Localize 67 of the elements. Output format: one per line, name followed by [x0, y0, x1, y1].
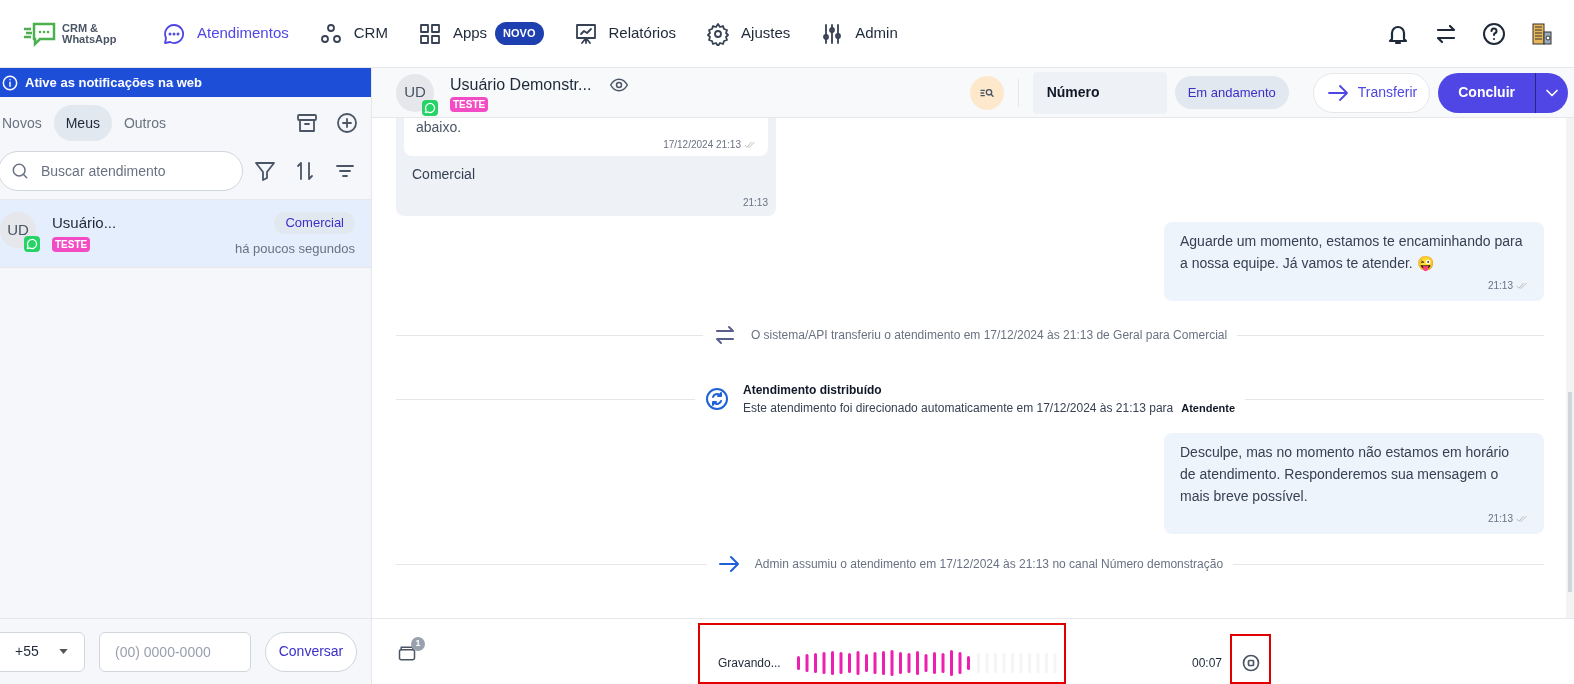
- message-time: 17/12/2024 21:13: [663, 138, 741, 152]
- message-time: 21:13: [1487, 279, 1513, 293]
- double-check-icon: [1516, 281, 1528, 290]
- status-badge: Em andamento: [1174, 75, 1289, 110]
- search-list-icon[interactable]: [969, 75, 1004, 110]
- three-circles-icon: [318, 21, 343, 46]
- archive-icon[interactable]: [295, 111, 319, 135]
- agent-name: Atendente: [1181, 400, 1236, 416]
- queue-badge: Comercial: [274, 212, 355, 234]
- help-icon[interactable]: [1482, 21, 1506, 46]
- contact-name: Usuário Demonstr...: [450, 75, 592, 95]
- event-text: Este atendimento foi direcionado automaticamente em 17/12/2024 às 21:13 para: [742, 400, 1174, 417]
- message-text: Aguarde um momento, estamos te encaminhando para a nossa equipe. Já vamos te atender. 😜: [1180, 232, 1524, 273]
- search-icon: [10, 161, 30, 181]
- conclude-button[interactable]: Concluir: [1438, 72, 1568, 113]
- country-code-select[interactable]: +55: [0, 631, 85, 672]
- stop-recording-icon[interactable]: [1240, 653, 1261, 673]
- event-text: O sistema/API transferiu o atendimento em 17/12/2024 às 21:13 de Geral para Comercial: [750, 327, 1228, 344]
- info-icon: [2, 74, 18, 91]
- nav-item[interactable]: Atendimentos: [162, 21, 289, 46]
- nav-item[interactable]: Relatórios: [573, 21, 677, 46]
- banner-text: Ative as notificações na web: [25, 73, 202, 92]
- presentation-chart-icon: [573, 21, 598, 46]
- eye-icon[interactable]: [609, 75, 630, 95]
- message-time: 21:13: [1487, 512, 1513, 526]
- caret-icon: [59, 649, 68, 654]
- settings-icon: [706, 21, 731, 46]
- conversation-tab[interactable]: Meus: [53, 105, 112, 141]
- sync-circle-icon: [704, 387, 729, 411]
- phone-field[interactable]: (00) 0000-0000: [99, 631, 251, 672]
- contact-name: Usuário...: [52, 213, 117, 233]
- time-ago: há poucos segundos: [235, 239, 355, 258]
- message-text: Desculpe, mas no momento não estamos em horário de atendimento. Responderemos sua mensagem o mais breve possível.: [1180, 443, 1511, 506]
- filter-icon[interactable]: [253, 159, 277, 183]
- conversation-tab[interactable]: Novos: [0, 105, 44, 141]
- whatsapp-icon: [24, 236, 40, 252]
- notification-banner[interactable]: Ative as notificações na web: [0, 68, 371, 97]
- nav-item[interactable]: Ajustes: [706, 21, 791, 46]
- inbox-stack-icon[interactable]: [397, 643, 417, 663]
- message-time: 21:13: [741, 196, 768, 210]
- tag: TESTE: [450, 97, 489, 112]
- nav-item[interactable]: Admin: [820, 21, 898, 46]
- search-field[interactable]: Buscar atendimento: [0, 151, 243, 191]
- event-title: Atendimento distribuído: [742, 382, 883, 399]
- double-check-icon: [744, 140, 756, 149]
- nav-item[interactable]: CRM: [318, 21, 388, 46]
- tag: TESTE: [52, 236, 91, 252]
- chat-bubble-icon: [162, 21, 186, 46]
- start-chat-button[interactable]: Conversar: [265, 631, 357, 672]
- recording-label: Gravando...: [718, 654, 781, 672]
- transfer-button[interactable]: Transferir: [1312, 72, 1431, 113]
- conversation-tab[interactable]: Outros: [111, 105, 178, 141]
- event-text: Admin assumiu o atendimento em 17/12/2024 às 21:13 no canal Número demonstração: [754, 556, 1224, 573]
- nav-item[interactable]: Apps: [417, 21, 488, 46]
- double-check-icon: [1516, 514, 1528, 523]
- number-field[interactable]: Número: [1032, 71, 1167, 114]
- new-badge: NOVO: [495, 22, 544, 45]
- count-badge: 1: [411, 637, 425, 651]
- conversation-item[interactable]: UD Usuário... TESTE Comercial há poucos segundos: [0, 200, 371, 268]
- logo-icon: [22, 20, 58, 47]
- logo-text: CRM & WhatsApp: [62, 22, 118, 45]
- message-text: Comercial: [411, 165, 476, 184]
- building-icon[interactable]: [1530, 21, 1554, 46]
- recording-duration: 00:07: [1192, 655, 1223, 672]
- add-circle-icon[interactable]: [335, 111, 359, 135]
- message-text: abaixo.: [416, 119, 463, 135]
- grid-icon: [417, 21, 442, 46]
